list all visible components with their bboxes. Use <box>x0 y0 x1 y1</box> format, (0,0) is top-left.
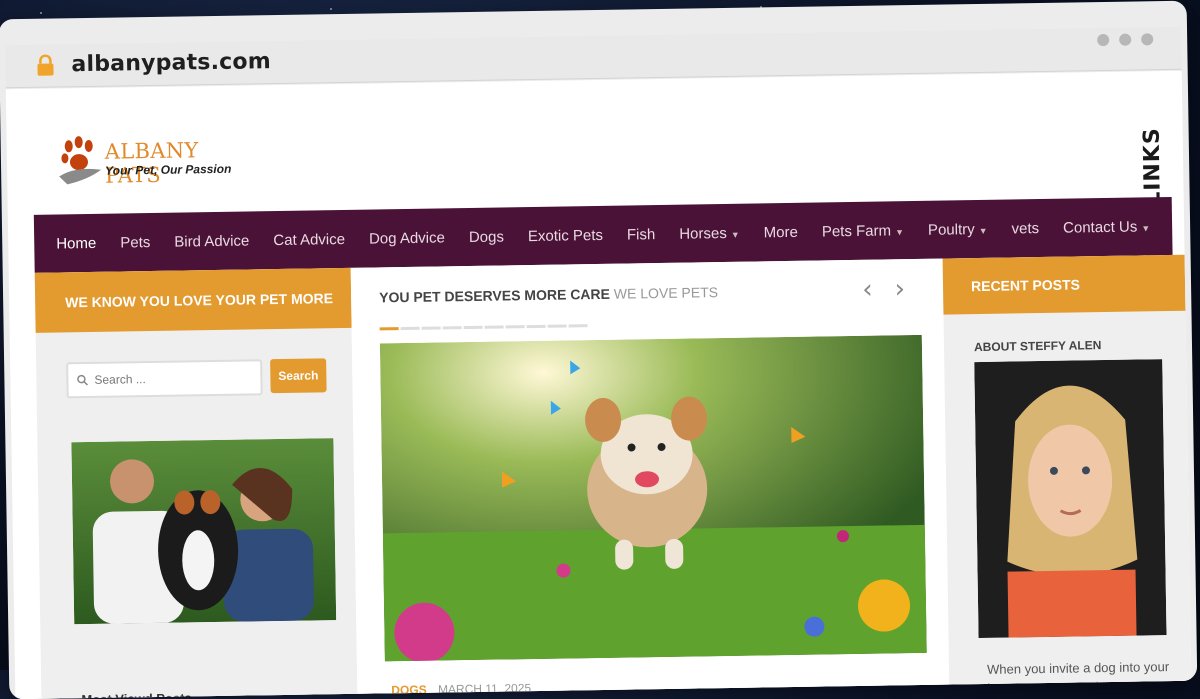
nav-item-label: Pets <box>120 233 151 251</box>
window-controls <box>1097 33 1154 47</box>
nav-item-bird-advice[interactable]: Bird Advice <box>162 232 261 251</box>
slide-indicator[interactable] <box>400 326 420 331</box>
featured-heading: YOU PET DESERVES MORE CARE WE LOVE PETS <box>379 284 718 305</box>
nav-item-pets-farm[interactable]: Pets Farm ▼ <box>810 221 916 240</box>
slide-indicator[interactable] <box>442 326 462 330</box>
chevron-left-icon[interactable]: ‹ <box>862 275 873 305</box>
slide-indicator[interactable] <box>463 325 483 330</box>
nav-item-label: Exotic Pets <box>527 226 604 245</box>
nav-item-label: Fish <box>626 225 656 244</box>
author-bio: When you invite a dog into your home, yo… <box>986 659 1170 696</box>
nav-item-fish[interactable]: Fish <box>615 225 668 243</box>
nav-item-horses[interactable]: Horses ▼ <box>667 224 752 242</box>
featured-slider: YOU PET DESERVES MORE CARE WE LOVE PETS … <box>350 258 950 699</box>
nav-item-cat-advice[interactable]: Cat Advice <box>261 230 357 249</box>
nav-item-home[interactable]: Home <box>44 234 108 252</box>
slide-indicator[interactable] <box>379 327 399 331</box>
slider-progress <box>379 324 588 331</box>
chevron-right-icon[interactable]: › <box>894 274 905 304</box>
url-text[interactable]: albanypats.com <box>71 49 271 77</box>
chevron-down-icon: ▼ <box>895 226 905 237</box>
window-dot[interactable] <box>1141 33 1154 46</box>
nav-item-label: Dogs <box>468 227 505 246</box>
slide-indicator[interactable] <box>505 325 525 329</box>
slide-indicator[interactable] <box>421 326 441 330</box>
nav-item-more[interactable]: More <box>752 223 810 241</box>
slide-indicator[interactable] <box>547 324 567 328</box>
search-input[interactable]: Search ... <box>66 359 263 399</box>
nav-item-label: Bird Advice <box>174 231 250 251</box>
featured-subtitle: WE LOVE PETS <box>613 284 719 302</box>
post-meta: DOGS MARCH 11, 2025 <box>391 681 531 697</box>
search-button[interactable]: Search <box>270 358 327 394</box>
about-heading: ABOUT STEFFY ALEN <box>973 338 1102 355</box>
chevron-down-icon: ▼ <box>978 225 988 236</box>
nav-item-label: Pets Farm <box>821 221 892 240</box>
nav-item-poultry[interactable]: Poultry ▼ <box>916 220 1000 239</box>
nav-item-dogs[interactable]: Dogs <box>457 228 516 246</box>
nav-item-label: vets <box>1011 219 1040 237</box>
nav-item-pets[interactable]: Pets <box>108 233 162 251</box>
window-dot[interactable] <box>1119 33 1132 46</box>
search-placeholder: Search ... <box>94 372 146 387</box>
couple-with-dog-image[interactable] <box>71 438 337 625</box>
nav-item-label: Horses <box>679 224 727 243</box>
web-page: ALBANY PATS Your Pet, Our Passion GUESTP… <box>5 70 1192 699</box>
logo-tagline: Your Pet, Our Passion <box>105 161 232 178</box>
search-form: Search ... Search <box>66 358 327 399</box>
left-sidebar: WE KNOW YOU LOVE YOUR PET MORE Search ..… <box>34 267 358 699</box>
nav-item-label: Contact Us <box>1062 218 1138 237</box>
slide-indicator[interactable] <box>526 324 546 329</box>
lock-icon <box>37 54 54 76</box>
right-sidebar: RECENT POSTS ABOUT STEFFY ALEN When you … <box>942 254 1192 699</box>
featured-title: YOU PET DESERVES MORE CARE <box>379 285 611 306</box>
author-portrait-image <box>974 359 1167 639</box>
browser-window: albanypats.com ALBANY PATS Your Pet, Our… <box>0 0 1198 699</box>
nav-item-vets[interactable]: vets <box>999 219 1051 237</box>
nav-item-label: Cat Advice <box>273 230 346 249</box>
chevron-down-icon: ▼ <box>1141 222 1151 233</box>
nav-item-contact-us[interactable]: Contact Us ▼ <box>1051 218 1162 237</box>
nav-item-label: More <box>763 223 799 241</box>
nav-item-label: Poultry <box>927 220 975 239</box>
window-dot[interactable] <box>1097 33 1110 47</box>
post-category[interactable]: DOGS <box>391 683 427 698</box>
chevron-down-icon: ▼ <box>730 229 740 240</box>
search-icon <box>77 374 89 386</box>
nav-item-label: Home <box>56 234 97 252</box>
nav-item-label: Dog Advice <box>368 228 446 248</box>
left-sidebar-heading: WE KNOW YOU LOVE YOUR PET MORE <box>34 267 352 333</box>
paw-hand-icon <box>59 136 102 185</box>
recent-posts-heading: RECENT POSTS <box>942 254 1186 315</box>
site-logo[interactable]: ALBANY PATS Your Pet, Our Passion <box>57 133 258 196</box>
nav-item-dog-advice[interactable]: Dog Advice <box>357 229 457 248</box>
most-viewed-heading: Most Viewd Posts <box>81 690 192 699</box>
slide-indicator[interactable] <box>484 325 504 329</box>
slider-arrows: ‹ › <box>862 274 905 305</box>
nav-item-exotic-pets[interactable]: Exotic Pets <box>516 226 615 245</box>
slide-indicator[interactable] <box>568 324 588 328</box>
dog-in-meadow-image[interactable] <box>379 334 927 662</box>
post-date: MARCH 11, 2025 <box>437 681 532 697</box>
